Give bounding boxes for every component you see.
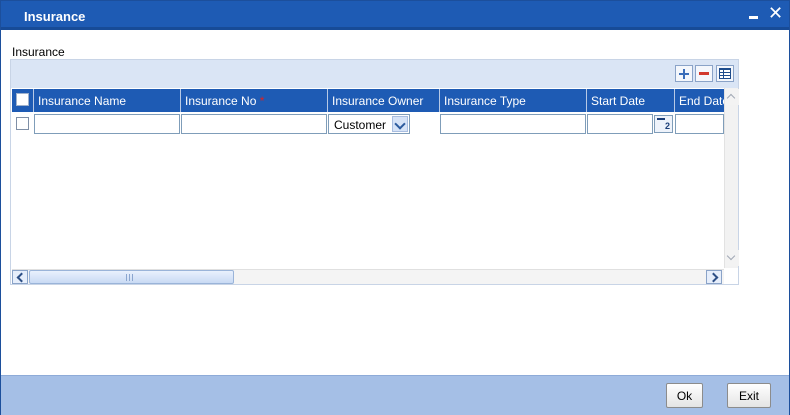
plus-icon: [679, 68, 689, 79]
section-label: Insurance: [12, 45, 65, 59]
grip-icon: [126, 274, 135, 281]
column-header-start-date[interactable]: Start Date: [587, 89, 675, 112]
scrollbar-thumb[interactable]: [29, 270, 234, 284]
table-row: Customer 2: [12, 113, 724, 135]
insurance-type-field[interactable]: [440, 114, 586, 134]
insurance-dialog: Insurance ✕ Insurance Insurance Name Ins…: [0, 0, 790, 415]
column-header-insurance-type[interactable]: Insurance Type: [440, 89, 587, 112]
scroll-down-icon[interactable]: [725, 250, 739, 266]
insurance-no-field[interactable]: [181, 114, 327, 134]
column-header-insurance-name[interactable]: Insurance Name: [34, 89, 181, 112]
exit-button[interactable]: Exit: [727, 383, 771, 408]
vertical-scrollbar[interactable]: [724, 88, 739, 268]
select-all-checkbox[interactable]: [16, 93, 29, 106]
column-header-end-date[interactable]: End Date: [675, 89, 724, 112]
grid-toolbar: [11, 60, 738, 88]
dialog-title: Insurance: [24, 9, 86, 24]
insurance-owner-value: Customer: [334, 118, 387, 132]
calendar-icon[interactable]: 2: [654, 115, 673, 133]
ok-button[interactable]: Ok: [666, 383, 703, 408]
end-date-field[interactable]: [675, 114, 724, 134]
chevron-down-icon: [392, 116, 408, 132]
column-header-label: Insurance No: [185, 94, 257, 108]
table-header: Insurance Name Insurance No * Insurance …: [12, 89, 724, 112]
add-row-button[interactable]: [675, 65, 693, 82]
single-record-view-icon: [719, 68, 731, 79]
single-view-button[interactable]: [716, 65, 734, 82]
start-date-field[interactable]: [587, 114, 653, 134]
minus-icon: [699, 72, 709, 75]
scroll-up-icon[interactable]: [725, 89, 739, 105]
required-mark: *: [259, 94, 265, 108]
insurance-grid: Insurance Name Insurance No * Insurance …: [10, 59, 739, 285]
select-all-cell: [12, 89, 34, 112]
insurance-name-field[interactable]: [34, 114, 180, 134]
action-bar: Ok Exit: [1, 375, 789, 415]
scroll-left-icon[interactable]: [12, 270, 28, 284]
insurance-owner-select[interactable]: Customer: [328, 114, 410, 134]
column-header-insurance-no[interactable]: Insurance No *: [181, 89, 328, 112]
column-header-insurance-owner[interactable]: Insurance Owner: [328, 89, 440, 112]
close-icon[interactable]: ✕: [768, 4, 783, 22]
horizontal-scrollbar[interactable]: [12, 269, 724, 284]
title-bar: Insurance ✕: [1, 1, 789, 30]
scroll-right-icon[interactable]: [706, 270, 722, 284]
delete-row-button[interactable]: [695, 65, 713, 82]
minimize-icon[interactable]: [746, 6, 760, 22]
row-select-checkbox[interactable]: [16, 117, 29, 130]
